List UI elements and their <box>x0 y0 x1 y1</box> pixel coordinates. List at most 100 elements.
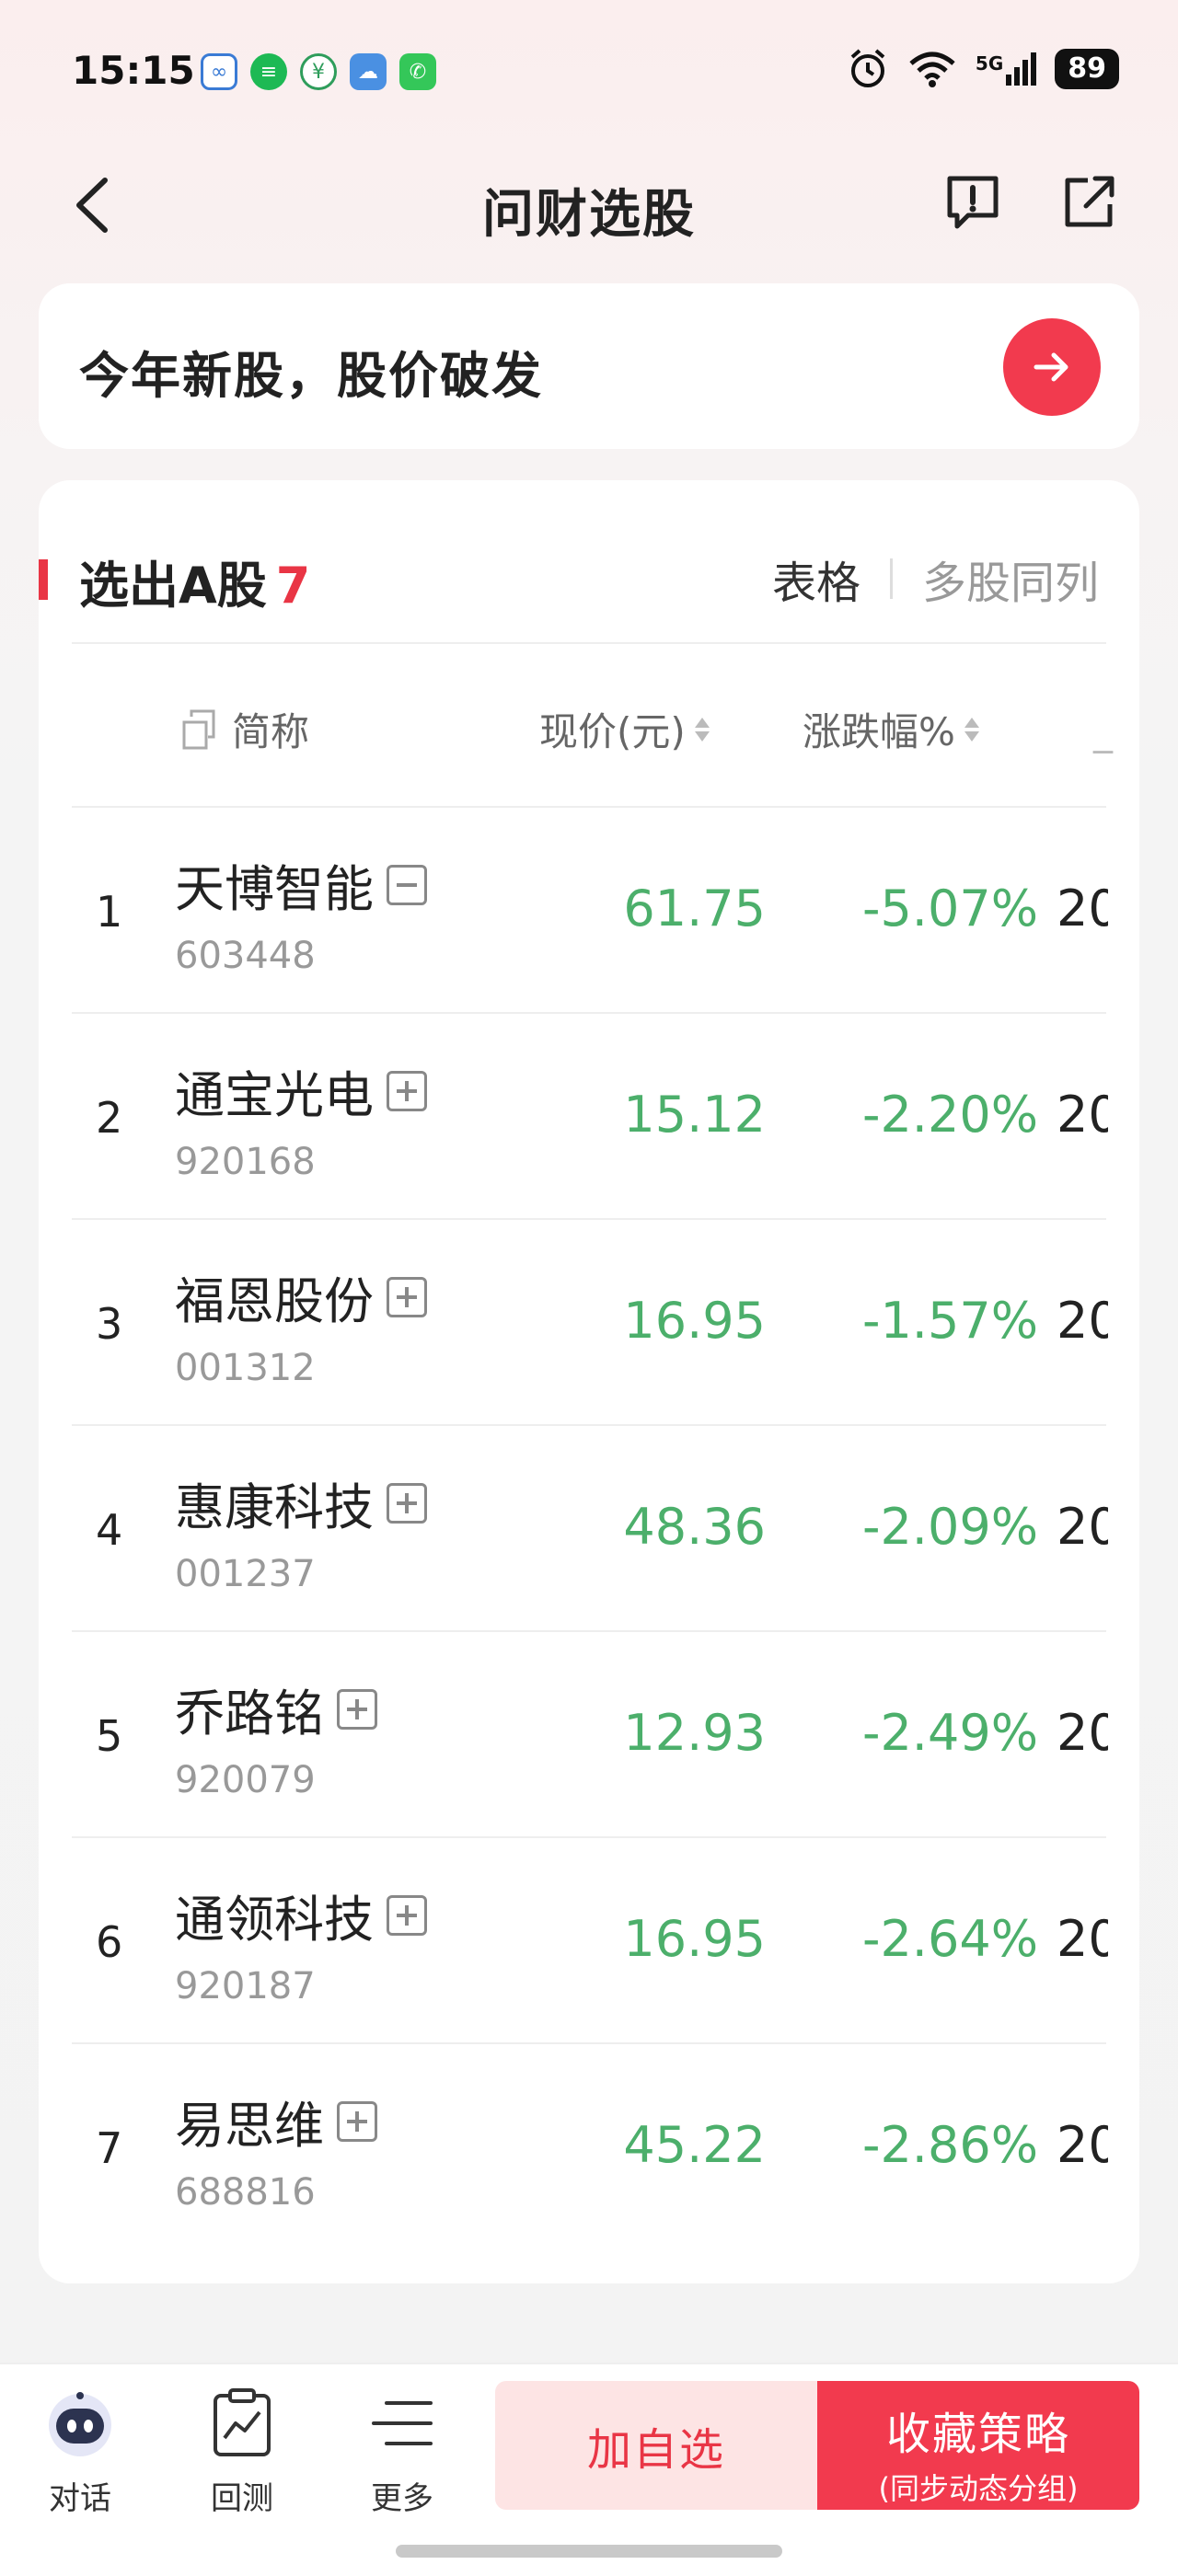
nav-more[interactable]: 更多 <box>342 2386 462 2518</box>
add-watchlist-icon[interactable] <box>387 1276 427 1317</box>
network-label: 5G <box>975 52 1004 75</box>
add-watchlist-icon[interactable] <box>387 1894 427 1936</box>
share-button[interactable] <box>1057 169 1121 234</box>
row-price: 48.36 <box>623 1498 766 1556</box>
add-watchlist-icon[interactable] <box>337 1688 377 1730</box>
status-bar: 15:15 ∞ ≡ ¥ ☁ ✆ 5G 89 <box>0 0 1178 138</box>
row-change: -1.57% <box>861 1292 1038 1350</box>
row-code: 603448 <box>175 935 316 977</box>
column-header-name-label: 简称 <box>232 709 310 754</box>
row-name: 易思维 <box>175 2085 377 2157</box>
column-header-change[interactable]: 涨跌幅% <box>803 701 979 757</box>
row-change: -2.49% <box>861 1704 1038 1762</box>
message-app-icon: ≡ <box>250 53 287 90</box>
row-name-text: 通领科技 <box>175 1891 374 1949</box>
cellular-signal-icon: 5G <box>975 52 1037 86</box>
save-strategy-label: 收藏策略 <box>885 2409 1070 2460</box>
table-row[interactable]: 1 天博智能 603448 61.75 -5.07% 20 <box>39 808 1139 1014</box>
remove-watchlist-icon[interactable] <box>387 864 427 905</box>
row-code: 920187 <box>175 1965 316 2007</box>
row-change: -2.64% <box>861 1910 1038 1968</box>
row-extra: 20 <box>1057 1910 1108 1968</box>
row-code: 001312 <box>175 1347 316 1389</box>
feedback-icon <box>947 176 999 229</box>
column-header-price[interactable]: 现价(元) <box>539 701 710 757</box>
row-extra: 20 <box>1057 880 1108 937</box>
view-multi-tab[interactable]: 多股同列 <box>922 546 1099 611</box>
row-extra: 20 <box>1057 1498 1108 1556</box>
row-name: 通领科技 <box>175 1879 427 1951</box>
robot-icon <box>43 2386 117 2460</box>
linked-app-icon: ∞ <box>201 53 237 90</box>
column-header-name[interactable]: 简称 <box>179 701 309 757</box>
row-name-text: 惠康科技 <box>175 1478 374 1536</box>
backtest-chart-icon <box>205 2386 279 2460</box>
table-row[interactable]: 2 通宝光电 920168 15.12 -2.20% 20 <box>39 1014 1139 1220</box>
row-price: 61.75 <box>623 880 766 937</box>
row-extra: 20 <box>1057 1086 1108 1144</box>
add-watchlist-button[interactable]: 加自选 <box>495 2381 817 2510</box>
results-title: 选出A股 7 <box>79 545 310 617</box>
nav-backtest[interactable]: 回测 <box>182 2386 302 2518</box>
feedback-button[interactable] <box>941 169 1005 234</box>
battery-indicator: 89 <box>1055 49 1119 89</box>
row-index: 4 <box>96 1505 123 1555</box>
add-watchlist-icon[interactable] <box>387 1070 427 1111</box>
sort-arrows-icon <box>694 717 710 742</box>
eco-app-icon: ¥ <box>300 53 337 90</box>
weather-app-icon: ☁ <box>350 53 387 90</box>
view-toggle: 表格 多股同列 <box>772 546 1099 611</box>
save-strategy-button[interactable]: 收藏策略 (同步动态分组) <box>817 2381 1139 2510</box>
query-text: 今年新股，股价破发 <box>79 347 543 405</box>
row-code: 920168 <box>175 1141 316 1183</box>
wifi-icon <box>909 52 955 87</box>
row-name-text: 易思维 <box>175 2097 324 2155</box>
row-price: 15.12 <box>623 1086 766 1144</box>
results-title-label: 选出A股 <box>79 557 267 615</box>
row-change: -2.09% <box>861 1498 1038 1556</box>
column-header-price-label: 现价(元) <box>539 709 686 754</box>
phone-app-icon: ✆ <box>399 53 436 90</box>
table-row[interactable]: 3 福恩股份 001312 16.95 -1.57% 20 <box>39 1220 1139 1426</box>
row-name-text: 福恩股份 <box>175 1272 374 1330</box>
column-header-overflow: _ <box>1093 708 1113 753</box>
add-watchlist-icon[interactable] <box>387 1482 427 1524</box>
query-card[interactable]: 今年新股，股价破发 <box>39 283 1139 449</box>
arrow-right-icon <box>1034 352 1068 382</box>
row-name: 天博智能 <box>175 848 427 921</box>
add-watchlist-icon[interactable] <box>337 2100 377 2142</box>
section-marker <box>39 559 48 600</box>
row-change: -2.86% <box>861 2116 1038 2174</box>
row-name-text: 乔路铭 <box>175 1685 324 1742</box>
row-code: 688816 <box>175 2171 316 2214</box>
table-row[interactable]: 7 易思维 688816 45.22 -2.86% 20 <box>39 2044 1139 2250</box>
row-extra: 20 <box>1057 2116 1108 2174</box>
row-code: 920079 <box>175 1759 316 1801</box>
row-extra: 20 <box>1057 1704 1108 1762</box>
row-price: 45.22 <box>623 2116 766 2174</box>
table-row[interactable]: 5 乔路铭 920079 12.93 -2.49% 20 <box>39 1632 1139 1838</box>
home-indicator <box>396 2545 782 2558</box>
row-index: 2 <box>96 1093 123 1143</box>
query-submit-button[interactable] <box>1003 318 1101 416</box>
table-row[interactable]: 6 通领科技 920187 16.95 -2.64% 20 <box>39 1838 1139 2044</box>
row-name: 乔路铭 <box>175 1673 377 1745</box>
results-card: 选出A股 7 表格 多股同列 简称 现价(元) 涨跌幅% _ 1 天博智能 60… <box>39 480 1139 2283</box>
row-price: 16.95 <box>623 1292 766 1350</box>
nav-more-label: 更多 <box>371 2480 433 2517</box>
row-name: 通宝光电 <box>175 1054 427 1127</box>
results-header: 选出A股 7 表格 多股同列 <box>39 480 1139 644</box>
status-right: 5G 89 <box>847 48 1119 90</box>
row-index: 5 <box>96 1711 123 1761</box>
nav-backtest-label: 回测 <box>211 2480 273 2517</box>
save-strategy-sublabel: (同步动态分组) <box>878 2471 1079 2506</box>
view-table-tab[interactable]: 表格 <box>772 546 860 611</box>
row-name: 惠康科技 <box>175 1466 427 1539</box>
status-app-icons: ∞ ≡ ¥ ☁ ✆ <box>201 53 436 90</box>
menu-icon <box>365 2386 439 2460</box>
share-icon <box>1065 176 1114 227</box>
row-price: 16.95 <box>623 1910 766 1968</box>
table-row[interactable]: 4 惠康科技 001237 48.36 -2.09% 20 <box>39 1426 1139 1632</box>
row-change: -5.07% <box>861 880 1038 937</box>
nav-chat[interactable]: 对话 <box>20 2386 140 2518</box>
